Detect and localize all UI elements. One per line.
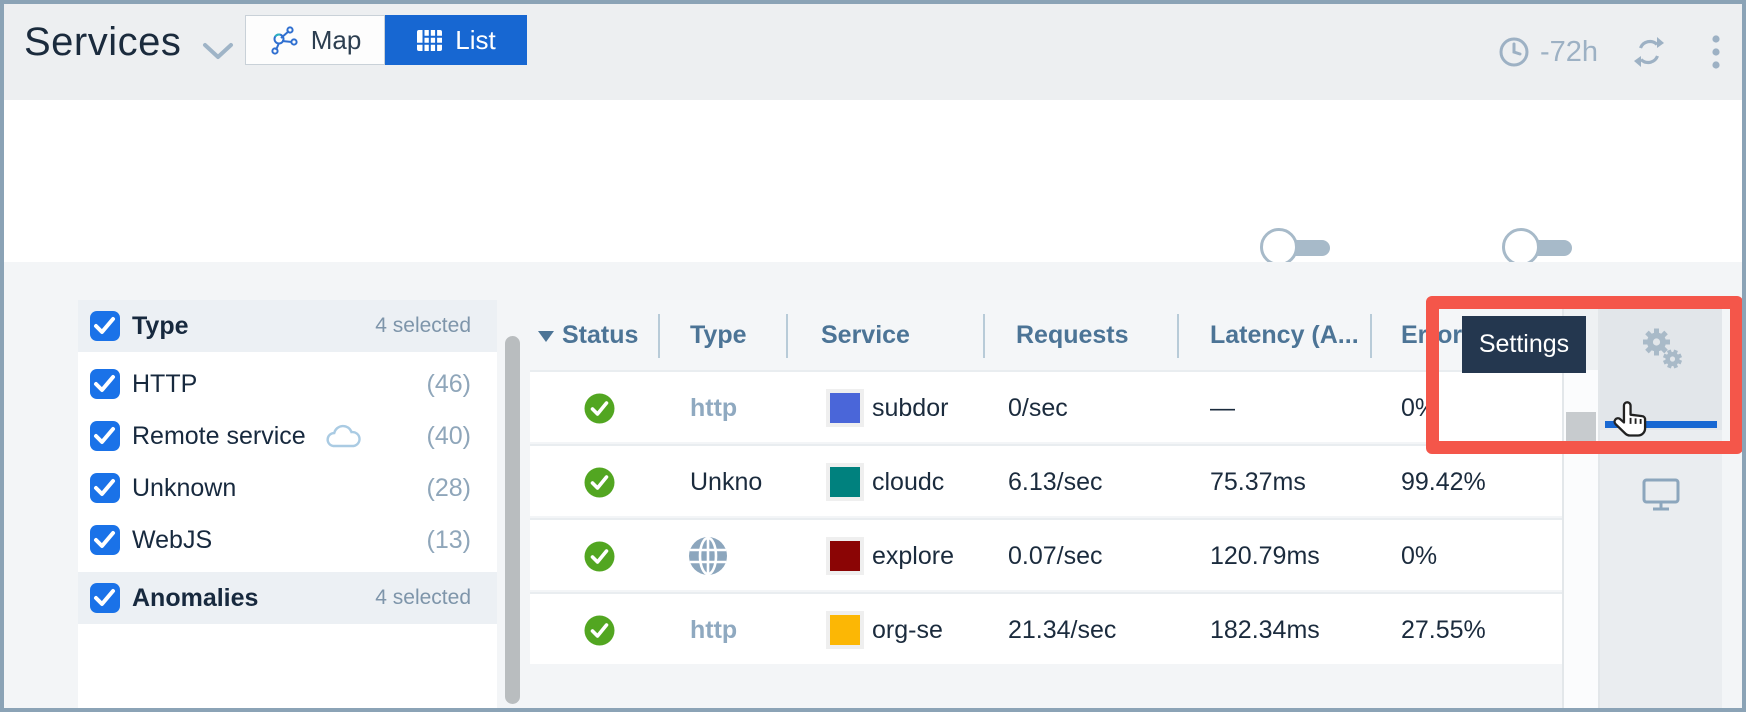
column-header-latency[interactable]: Latency (A...	[1210, 300, 1359, 370]
page-title[interactable]: Services	[24, 20, 181, 65]
sidebar-scrollbar[interactable]	[505, 336, 520, 704]
checkbox-checked[interactable]	[90, 473, 120, 503]
column-header-requests[interactable]: Requests	[1016, 300, 1129, 370]
list-grid-icon	[416, 29, 443, 52]
service-name[interactable]: cloudc	[872, 446, 988, 518]
table-row[interactable]: Unkno cloudc 6.13/sec 75.37ms 99.42%	[530, 444, 1562, 516]
service-color-swatch	[830, 541, 860, 571]
table-row[interactable]: http org-se 21.34/sec 182.34ms 27.55%	[530, 592, 1562, 664]
section-label: Anomalies	[132, 572, 258, 624]
list-button-label: List	[455, 25, 495, 56]
refresh-icon[interactable]	[1632, 35, 1666, 69]
services-table: Status Type Service Requests Latency (A.…	[530, 300, 1562, 708]
service-color-swatch	[830, 615, 860, 645]
sort-desc-icon	[538, 331, 554, 342]
requests-value: 0/sec	[1008, 372, 1068, 444]
map-graph-icon	[269, 25, 299, 55]
error-value: 27.55%	[1401, 594, 1486, 666]
item-label: Unknown	[132, 462, 236, 514]
type-section-header[interactable]: Type 4 selected	[78, 300, 497, 352]
checkbox-checked[interactable]	[90, 369, 120, 399]
highlight-annotation-box	[1426, 296, 1743, 454]
list-view-button[interactable]: List	[385, 15, 527, 65]
table-row[interactable]: explore 0.07/sec 120.79ms 0%	[530, 518, 1562, 590]
item-count: (13)	[427, 514, 471, 566]
column-separator	[786, 314, 788, 358]
clock-icon[interactable]	[1498, 36, 1530, 68]
monitor-icon	[1642, 478, 1680, 512]
monitor-tab-button[interactable]	[1600, 460, 1722, 530]
requests-value: 0.07/sec	[1008, 520, 1103, 592]
service-name[interactable]: org-se	[872, 594, 988, 666]
top-bar-actions: -72h	[1498, 4, 1720, 100]
map-view-button[interactable]: Map	[245, 15, 385, 65]
status-ok-icon	[584, 541, 615, 579]
column-separator	[983, 314, 985, 358]
globe-icon	[688, 536, 728, 583]
item-label: Remote service	[132, 410, 306, 462]
services-screen: Services Map List	[0, 0, 1746, 712]
time-range-value[interactable]: -72h	[1540, 36, 1598, 69]
column-header-type[interactable]: Type	[690, 300, 747, 370]
sidebar-item-unknown[interactable]: Unknown (28)	[78, 462, 497, 514]
item-label: WebJS	[132, 514, 212, 566]
latency-value: 75.37ms	[1210, 446, 1306, 518]
service-color-swatch	[830, 393, 860, 423]
anomalies-section-header[interactable]: Anomalies 4 selected	[78, 572, 497, 624]
selected-count: 4 selected	[375, 300, 471, 352]
section-label: Type	[132, 300, 189, 352]
content-area: Type 4 selected HTTP (46) Remote service…	[4, 262, 1742, 708]
service-color-swatch	[830, 467, 860, 497]
checkbox-checked[interactable]	[90, 421, 120, 451]
column-separator	[1177, 314, 1179, 358]
chevron-down-icon[interactable]	[202, 42, 234, 60]
latency-value: —	[1210, 372, 1235, 444]
service-type: http	[690, 372, 790, 444]
cursor-pointer-icon	[1610, 398, 1656, 444]
view-toggle: Map List	[245, 15, 527, 65]
selected-count: 4 selected	[375, 572, 471, 624]
item-count: (46)	[427, 358, 471, 410]
item-count: (28)	[427, 462, 471, 514]
error-value: 0%	[1401, 520, 1437, 592]
top-bar: Services Map List	[4, 4, 1742, 100]
service-name[interactable]: subdor	[872, 372, 988, 444]
status-ok-icon	[584, 393, 615, 431]
sidebar-item-webjs[interactable]: WebJS (13)	[78, 514, 497, 566]
service-name[interactable]: explore	[872, 520, 988, 592]
column-separator	[1370, 314, 1372, 358]
latency-value: 120.79ms	[1210, 520, 1320, 592]
map-button-label: Map	[311, 25, 362, 56]
item-count: (40)	[427, 410, 471, 462]
checkbox-checked[interactable]	[90, 525, 120, 555]
filter-sidebar: Type 4 selected HTTP (46) Remote service…	[78, 300, 497, 708]
status-ok-icon	[584, 467, 615, 505]
table-header: Status Type Service Requests Latency (A.…	[530, 300, 1562, 370]
latency-value: 182.34ms	[1210, 594, 1320, 666]
kebab-menu-icon[interactable]	[1712, 34, 1720, 70]
sidebar-item-remote-service[interactable]: Remote service (40)	[78, 410, 497, 462]
column-separator	[658, 314, 660, 358]
checkbox-checked[interactable]	[90, 311, 120, 341]
checkbox-checked[interactable]	[90, 583, 120, 613]
sidebar-item-http[interactable]: HTTP (46)	[78, 358, 497, 410]
status-ok-icon	[584, 615, 615, 653]
item-label: HTTP	[132, 358, 197, 410]
error-value: 99.42%	[1401, 446, 1486, 518]
filter-bar: Appl... Envir... * Service Name Hide rem…	[4, 100, 1742, 262]
service-type: http	[690, 594, 790, 666]
table-row[interactable]: http subdor 0/sec — 0%	[530, 370, 1562, 442]
requests-value: 21.34/sec	[1008, 594, 1116, 666]
cloud-icon	[323, 423, 363, 451]
column-header-service[interactable]: Service	[821, 300, 910, 370]
service-type: Unkno	[690, 446, 790, 518]
requests-value: 6.13/sec	[1008, 446, 1103, 518]
column-header-status[interactable]: Status	[562, 300, 638, 370]
